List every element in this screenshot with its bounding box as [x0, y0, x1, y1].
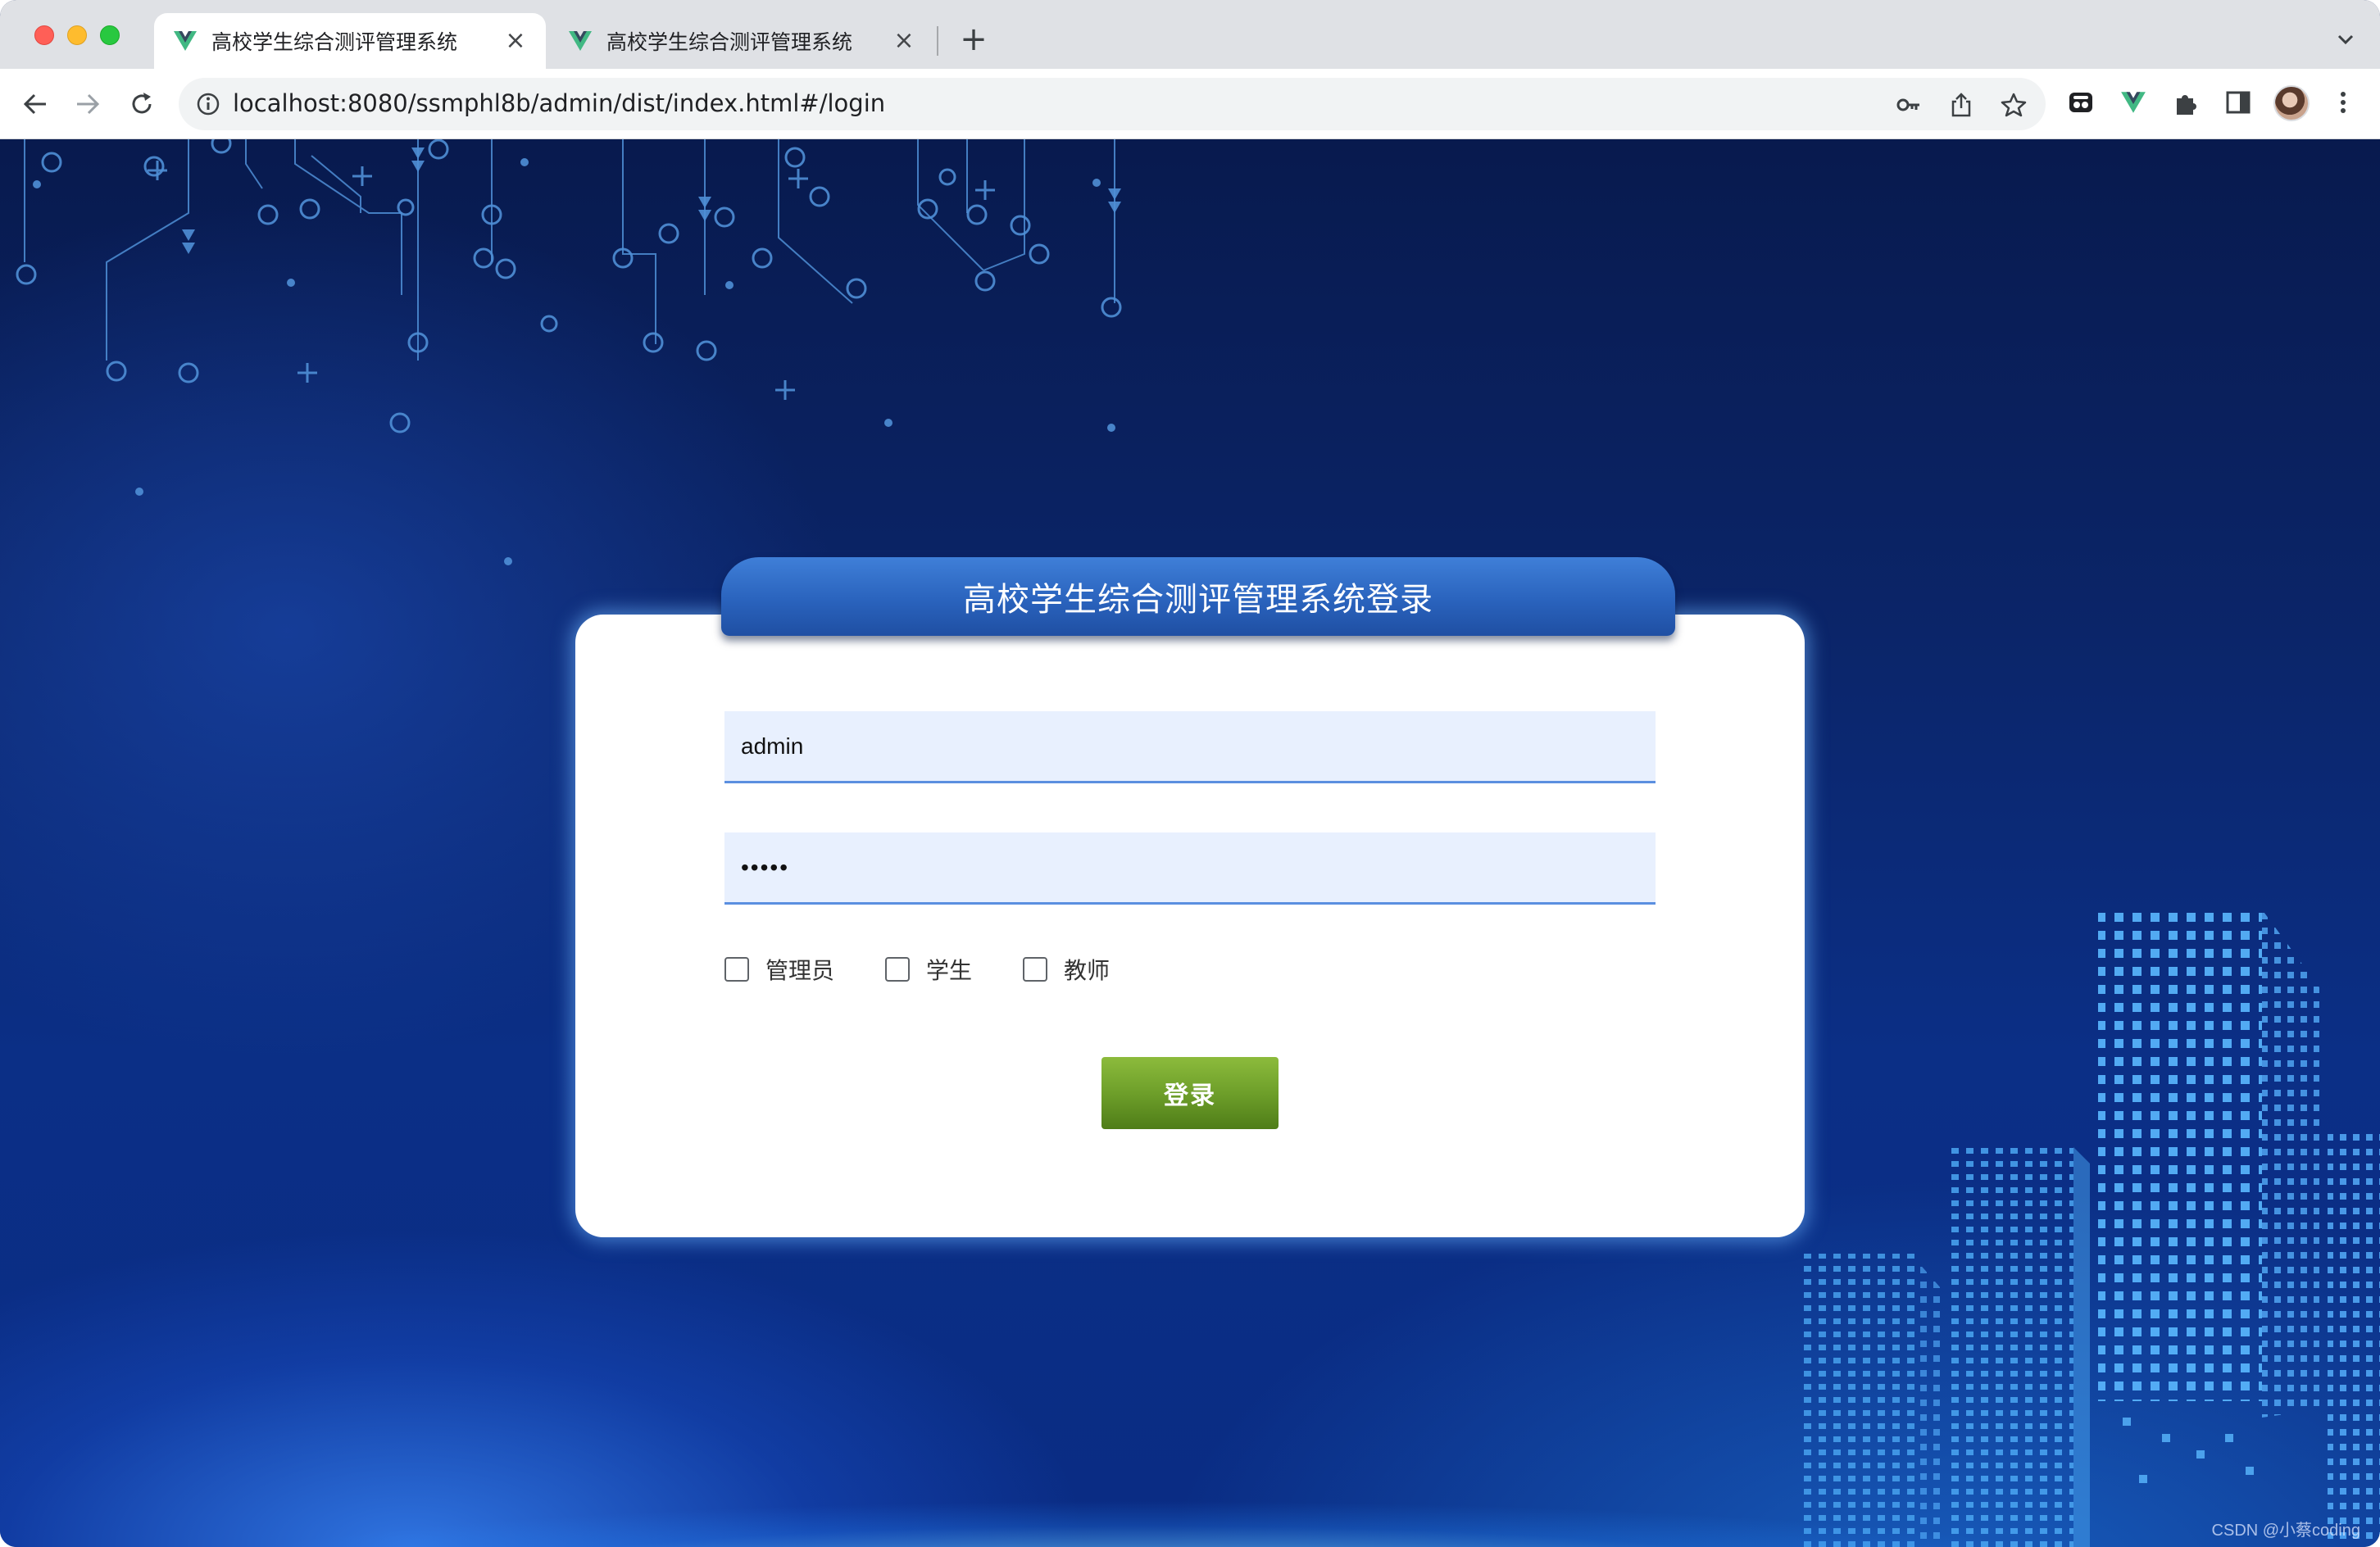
vue-devtools-icon[interactable] — [2116, 85, 2151, 120]
vue-favicon-icon — [569, 31, 592, 51]
tab-divider — [937, 26, 938, 56]
checkbox-teacher[interactable] — [1023, 957, 1048, 982]
login-title: 高校学生综合测评管理系统登录 — [963, 581, 1433, 619]
tab-search-chevron-icon[interactable] — [2329, 23, 2362, 56]
vue-favicon-icon — [174, 31, 197, 51]
tab-inactive[interactable]: 高校学生综合测评管理系统 × — [549, 13, 934, 69]
horizon-glow — [0, 1432, 2380, 1547]
browser-toolbar: localhost:8080/ssmphl8b/admin/dist/index… — [0, 69, 2380, 139]
back-icon[interactable] — [16, 85, 54, 123]
tab-active[interactable]: 高校学生综合测评管理系统 × — [154, 13, 546, 69]
checkbox-student[interactable] — [885, 957, 911, 982]
extensions-puzzle-icon[interactable] — [2169, 85, 2203, 120]
window-maximize-button[interactable] — [100, 25, 120, 45]
role-option-teacher[interactable]: 教师 — [1023, 953, 1110, 986]
key-icon[interactable] — [1895, 91, 1923, 119]
watermark: CSDN @小蔡coding — [2211, 1522, 2360, 1540]
address-bar[interactable]: localhost:8080/ssmphl8b/admin/dist/index… — [179, 78, 2046, 130]
circuit-decoration — [16, 139, 1122, 565]
url-text[interactable]: localhost:8080/ssmphl8b/admin/dist/index… — [233, 89, 885, 117]
sidebar-icon[interactable] — [2221, 85, 2255, 120]
browser-window: 高校学生综合测评管理系统 × 高校学生综合测评管理系统 × + localhos… — [0, 0, 2380, 1547]
checkbox-admin[interactable] — [724, 957, 749, 982]
tab-strip: 高校学生综合测评管理系统 × 高校学生综合测评管理系统 × + — [0, 0, 2380, 69]
window-minimize-button[interactable] — [67, 25, 87, 45]
role-label: 教师 — [1064, 957, 1111, 984]
tab-title: 高校学生综合测评管理系统 — [211, 30, 458, 54]
extension-tab-icon[interactable] — [2064, 85, 2098, 120]
menu-kebab-icon[interactable] — [2326, 85, 2360, 120]
tab-title: 高校学生综合测评管理系统 — [606, 30, 853, 54]
avatar[interactable] — [2273, 85, 2310, 121]
new-tab-button[interactable]: + — [956, 21, 992, 57]
role-label: 学生 — [926, 957, 973, 984]
share-icon[interactable] — [1947, 91, 1975, 119]
role-selector: 管理员 学生 教师 — [724, 949, 1160, 990]
tab-close-icon[interactable]: × — [503, 29, 528, 53]
role-option-student[interactable]: 学生 — [885, 953, 972, 986]
password-input[interactable] — [724, 832, 1656, 905]
forward-icon[interactable] — [69, 85, 107, 123]
username-input[interactable] — [724, 711, 1656, 783]
site-info-icon[interactable] — [195, 91, 221, 117]
login-button[interactable]: 登录 — [1101, 1057, 1279, 1129]
role-option-admin[interactable]: 管理员 — [724, 953, 834, 986]
bookmark-star-icon[interactable] — [2000, 91, 2028, 119]
tab-close-icon[interactable]: × — [892, 29, 916, 53]
login-card: 管理员 学生 教师 登录 — [575, 615, 1805, 1237]
window-close-button[interactable] — [34, 25, 54, 45]
login-page: 高校学生综合测评管理系统登录 管理员 学生 教师 登录 — [0, 139, 2380, 1547]
role-label: 管理员 — [765, 957, 835, 984]
reload-icon[interactable] — [123, 85, 161, 123]
login-header: 高校学生综合测评管理系统登录 — [721, 557, 1675, 636]
